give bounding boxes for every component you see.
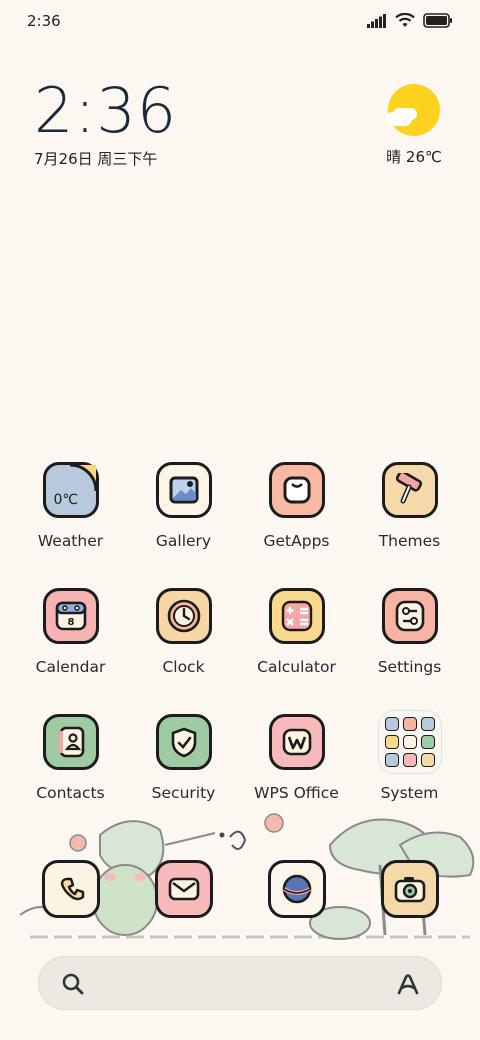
dock-browser[interactable] — [240, 860, 353, 918]
weather-icon-label: 0℃ — [53, 492, 79, 508]
phone-icon — [41, 860, 100, 918]
app-label: Weather — [37, 532, 104, 550]
status-time: 2:36 — [27, 12, 61, 30]
app-label: WPS Office — [254, 784, 339, 802]
app-gallery[interactable]: Gallery — [127, 462, 240, 550]
app-label: GetApps — [263, 532, 330, 550]
search-icon[interactable] — [61, 972, 85, 996]
weather-widget[interactable]: 晴 26℃ — [384, 84, 444, 167]
app-themes[interactable]: Themes — [353, 462, 466, 550]
gallery-icon — [155, 462, 212, 518]
assistant-icon[interactable] — [395, 972, 421, 996]
wifi-icon — [395, 13, 415, 27]
app-label: Settings — [377, 658, 442, 676]
search-bar[interactable] — [38, 956, 442, 1010]
themes-icon — [381, 462, 438, 518]
dock-phone[interactable] — [14, 860, 127, 918]
clock-icon — [155, 588, 212, 644]
weather-icon: 0℃ — [42, 462, 99, 518]
dock-camera[interactable] — [353, 860, 466, 918]
app-label: Calculator — [257, 658, 336, 676]
app-label: Themes — [378, 532, 441, 550]
app-wps-office[interactable]: WPS Office — [240, 714, 353, 802]
clock-widget-time: 2:36 — [34, 74, 178, 147]
app-label: Calendar — [35, 658, 106, 676]
app-calculator[interactable]: Calculator — [240, 588, 353, 676]
svg-text:8: 8 — [67, 617, 74, 628]
app-contacts[interactable]: Contacts — [14, 714, 127, 802]
signal-icon — [367, 13, 386, 28]
app-getapps[interactable]: GetApps — [240, 462, 353, 550]
app-security[interactable]: Security — [127, 714, 240, 802]
contacts-icon — [42, 714, 99, 770]
clock-widget-date: 7月26日 周三下午 — [34, 150, 158, 168]
app-label: Security — [151, 784, 216, 802]
clock-widget[interactable]: 2:36 7月26日 周三下午 — [34, 80, 177, 169]
getapps-icon — [268, 462, 325, 518]
app-weather[interactable]: 0℃ Weather — [14, 462, 127, 550]
wps-office-icon — [268, 714, 325, 770]
app-clock[interactable]: Clock — [127, 588, 240, 676]
calendar-icon: 8 — [42, 588, 99, 644]
weather-widget-text: 晴 26℃ — [386, 148, 442, 166]
app-label: System — [380, 784, 439, 802]
app-label: Gallery — [155, 532, 212, 550]
browser-icon — [267, 860, 326, 918]
camera-icon — [380, 860, 439, 918]
security-icon — [155, 714, 212, 770]
settings-icon — [381, 588, 438, 644]
system-folder-icon — [377, 710, 442, 774]
sunny-weather-icon — [386, 84, 440, 136]
calculator-icon — [268, 588, 325, 644]
dock-messages[interactable] — [127, 860, 240, 918]
messages-icon — [154, 860, 213, 918]
app-system-folder[interactable]: System — [353, 710, 466, 802]
app-calendar[interactable]: 8 Calendar — [14, 588, 127, 676]
dock — [0, 860, 480, 930]
app-label: Contacts — [36, 784, 105, 802]
status-icons — [367, 13, 453, 28]
app-settings[interactable]: Settings — [353, 588, 466, 676]
battery-icon — [423, 13, 452, 28]
status-bar: 2:36 — [0, 0, 480, 44]
app-label: Clock — [162, 658, 205, 676]
